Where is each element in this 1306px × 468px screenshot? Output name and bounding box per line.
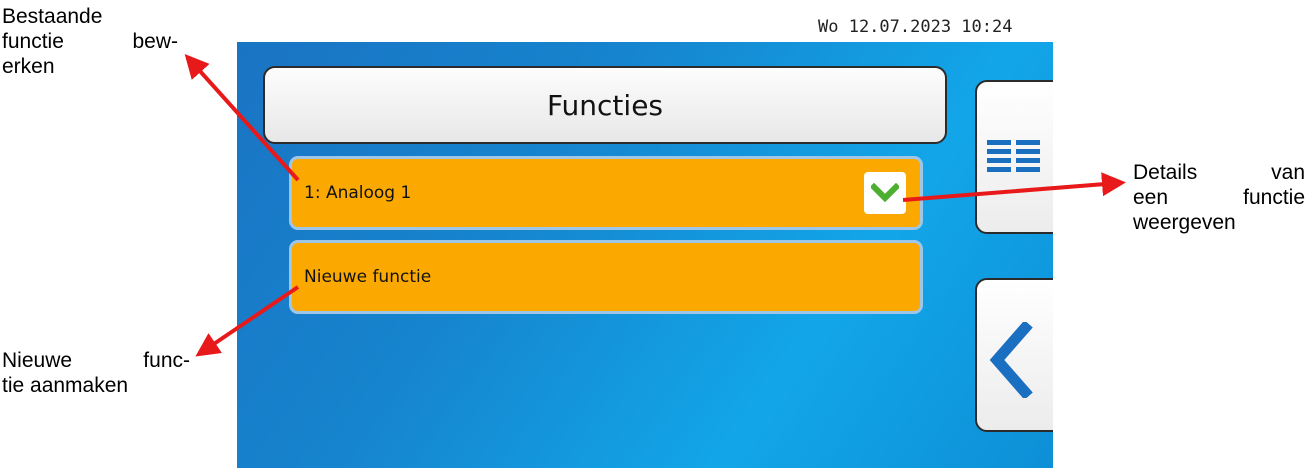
controller-screen: Functies 1: Analoog 1 Nieuwe functie — [237, 42, 1053, 468]
list-view-button[interactable] — [975, 80, 1053, 234]
annotation-line: tie aanmaken — [2, 374, 129, 397]
function-item-label: 1: Analoog 1 — [304, 183, 412, 203]
expand-details-button[interactable] — [864, 172, 906, 214]
datetime-display: Wo 12.07.2023 10:24 — [818, 17, 1013, 37]
annotation-edit-existing: Bestaande functie bew- erken — [2, 4, 178, 79]
function-item-label: Nieuwe functie — [304, 267, 432, 287]
list-view-icon — [987, 140, 1040, 172]
new-function-item[interactable]: Nieuwe functie — [289, 240, 923, 314]
back-button[interactable] — [975, 278, 1053, 432]
annotation-create-new: Nieuwe func- tie aanmaken — [2, 348, 190, 398]
annotation-line: functie bew- — [2, 30, 178, 53]
chevron-down-icon — [871, 183, 899, 203]
page-title: Functies — [263, 66, 947, 144]
annotation-line: erken — [2, 55, 55, 78]
annotation-line: Details van — [1133, 161, 1305, 184]
annotation-line: een functie — [1133, 186, 1305, 209]
annotation-line: Bestaande — [2, 5, 103, 28]
annotation-show-details: Details van een functie weergeven — [1133, 160, 1305, 235]
function-item-analoog-1[interactable]: 1: Analoog 1 — [289, 156, 923, 230]
back-chevron-icon — [989, 322, 1033, 398]
annotation-line: Nieuwe func- — [2, 349, 190, 372]
annotation-line: weergeven — [1133, 211, 1236, 234]
